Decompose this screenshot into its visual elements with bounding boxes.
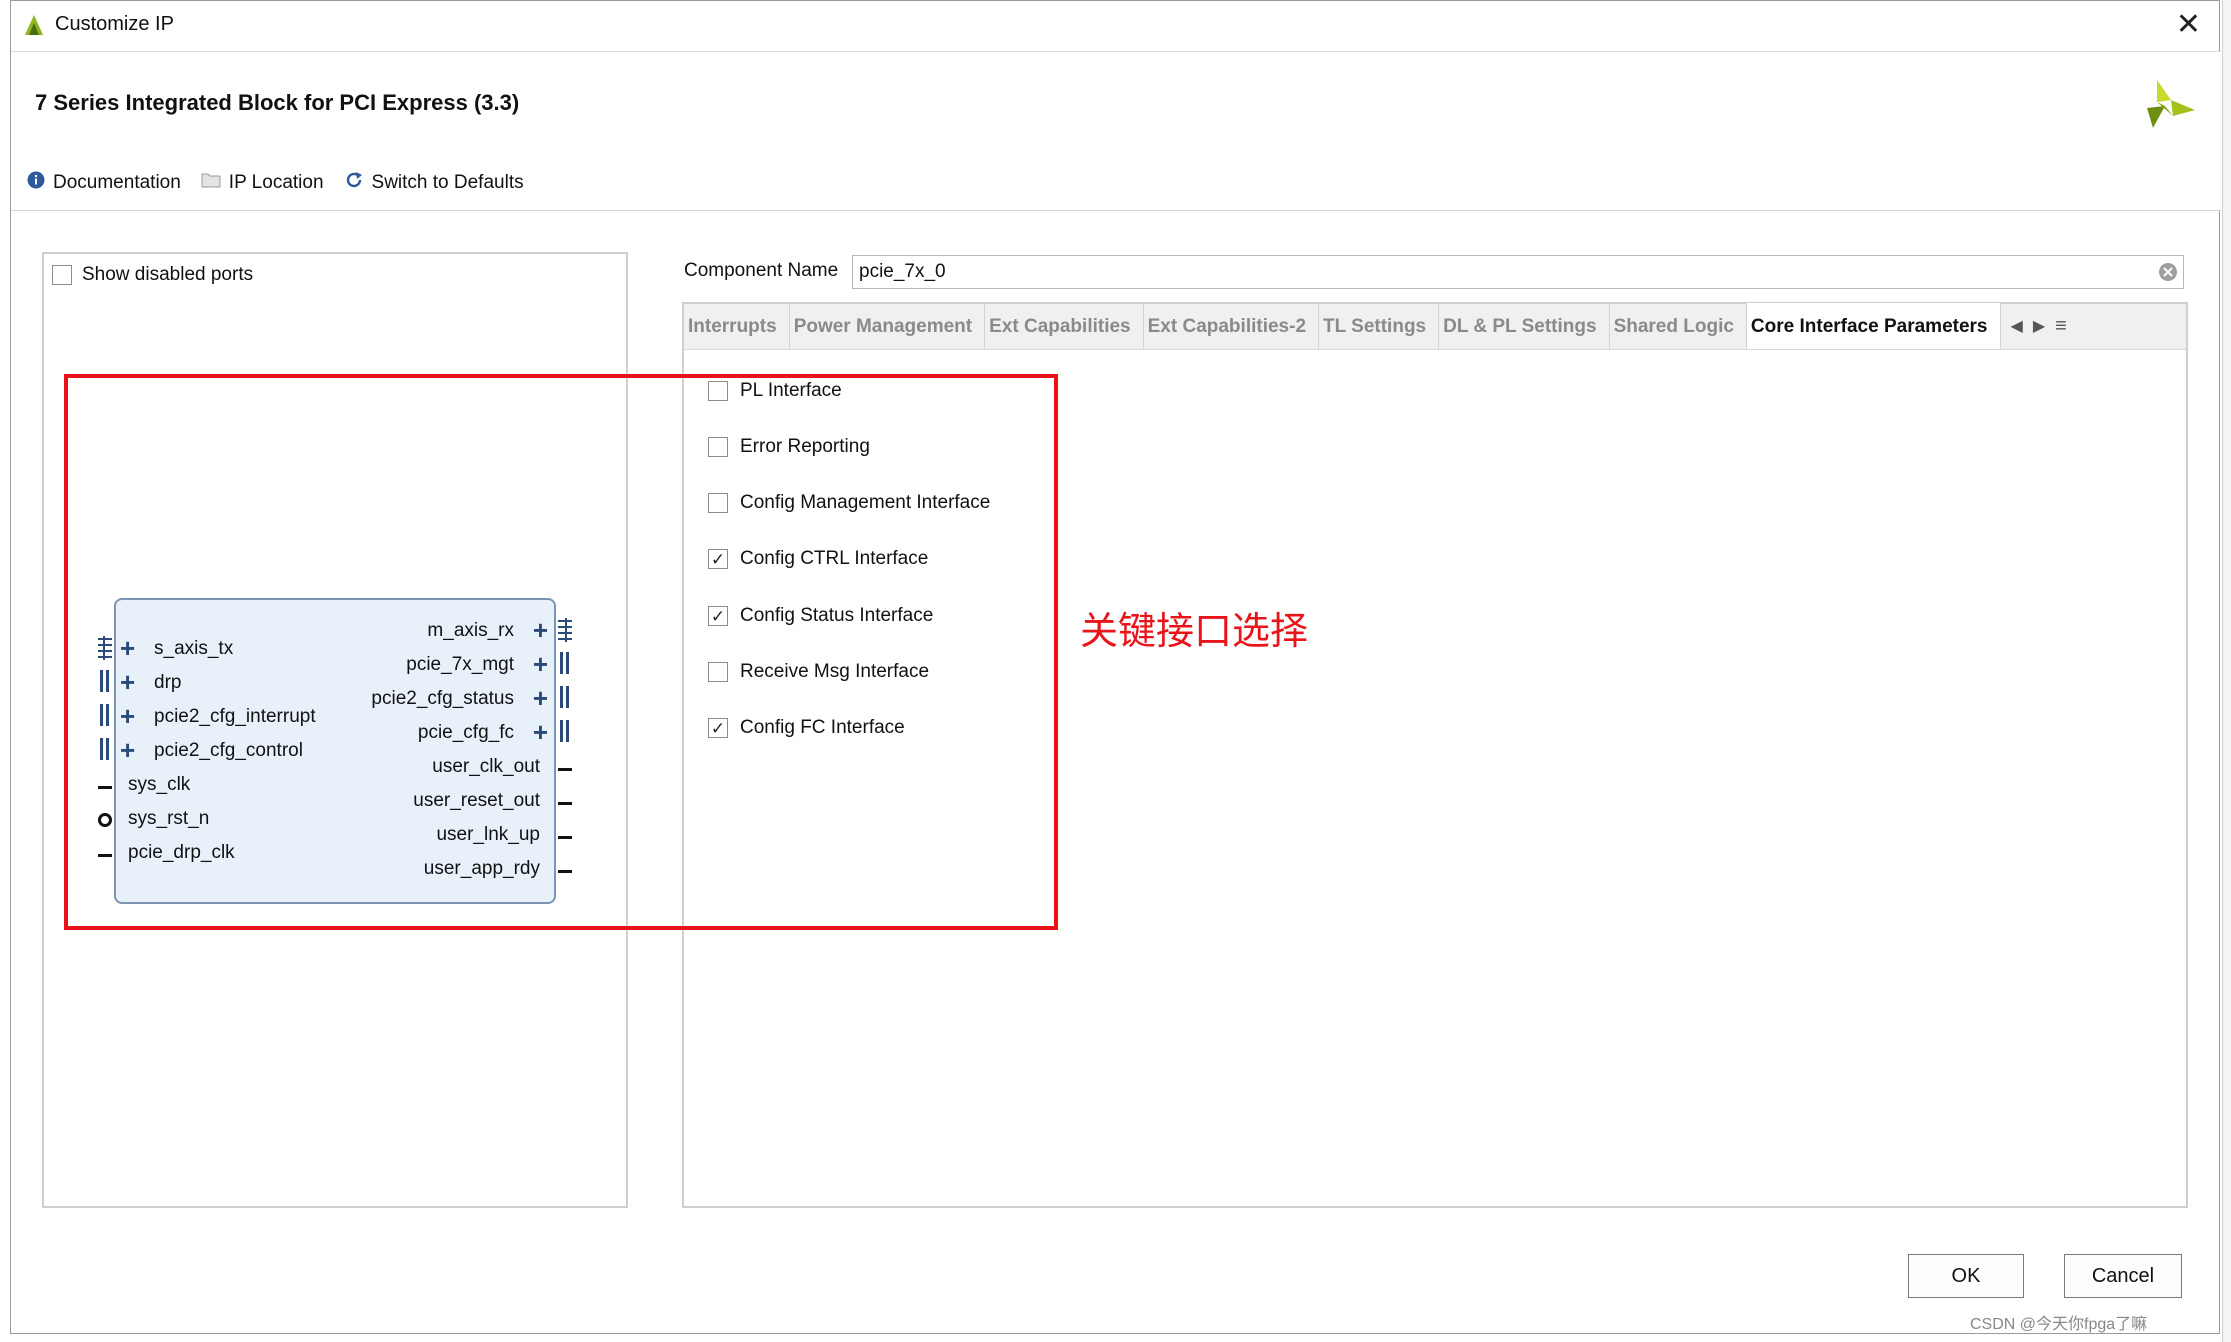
scroll-left-icon[interactable]: ◀ xyxy=(2011,316,2023,336)
xilinx-logo-icon xyxy=(2143,78,2197,135)
tab-ext-capabilities[interactable]: Ext Capabilities xyxy=(985,303,1144,349)
component-name-input[interactable] xyxy=(852,255,2184,289)
ok-button[interactable]: OK xyxy=(1908,1254,2024,1298)
scroll-right-icon[interactable]: ▶ xyxy=(2033,316,2045,336)
tab-ext-capabilities-2[interactable]: Ext Capabilities-2 xyxy=(1144,303,1320,349)
ip-location-label: IP Location xyxy=(228,172,324,193)
vivado-app-icon xyxy=(23,13,45,42)
tab-interrupts[interactable]: Interrupts xyxy=(684,303,790,349)
show-disabled-ports-row[interactable]: Show disabled ports xyxy=(52,264,253,286)
background-window-edge xyxy=(2222,0,2231,1342)
tab-power-management[interactable]: Power Management xyxy=(790,303,986,349)
annotation-text: 关键接口选择 xyxy=(1080,609,1309,653)
component-name-label: Component Name xyxy=(684,260,839,281)
tab-strip: Interrupts Power Management Ext Capabili… xyxy=(684,303,2186,350)
ip-title: 7 Series Integrated Block for PCI Expres… xyxy=(35,90,520,115)
refresh-icon xyxy=(344,170,364,196)
ip-location-button[interactable]: IP Location xyxy=(201,172,324,194)
tab-tl-settings[interactable]: TL Settings xyxy=(1319,303,1440,349)
documentation-label: Documentation xyxy=(53,172,181,193)
tab-shared-logic[interactable]: Shared Logic xyxy=(1610,303,1747,349)
annotation-highlight-box xyxy=(64,374,1058,930)
ip-header: 7 Series Integrated Block for PCI Expres… xyxy=(11,51,2221,211)
clear-input-icon[interactable] xyxy=(2158,262,2178,287)
toolbar: Documentation IP Location Switch to Defa… xyxy=(27,170,524,196)
switch-to-defaults-button[interactable]: Switch to Defaults xyxy=(344,170,524,196)
tab-menu-icon[interactable]: ≡ xyxy=(2055,315,2067,338)
close-icon[interactable]: ✕ xyxy=(2176,7,2201,43)
watermark: CSDN @今天你fpga了嘛 xyxy=(1970,1316,2148,1333)
cancel-button[interactable]: Cancel xyxy=(2064,1254,2182,1298)
show-disabled-ports-label: Show disabled ports xyxy=(82,264,254,285)
tab-dl-pl-settings[interactable]: DL & PL Settings xyxy=(1439,303,1610,349)
documentation-button[interactable]: Documentation xyxy=(27,171,181,195)
info-icon xyxy=(27,171,45,195)
tab-navigation: ◀ ▶ ≡ xyxy=(2011,303,2067,349)
folder-icon xyxy=(201,172,221,194)
title-bar: Customize IP ✕ xyxy=(11,1,2219,51)
window-title: Customize IP xyxy=(55,13,174,35)
show-disabled-ports-checkbox[interactable] xyxy=(52,265,72,285)
switch-to-defaults-label: Switch to Defaults xyxy=(371,172,524,193)
tab-core-interface-parameters[interactable]: Core Interface Parameters xyxy=(1746,303,2001,349)
